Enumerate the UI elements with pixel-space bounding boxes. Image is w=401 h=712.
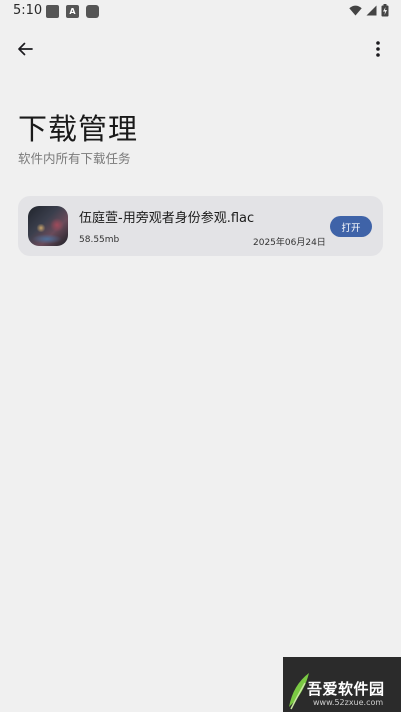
open-button[interactable]: 打开 xyxy=(330,216,372,237)
arrow-left-icon xyxy=(18,42,33,56)
wifi-icon xyxy=(349,5,362,16)
status-time: 5:10 xyxy=(13,3,43,18)
file-name: 伍庭萱-用旁观者身份参观.flac xyxy=(79,211,255,226)
status-right-icons xyxy=(349,4,389,17)
file-size: 58.55mb xyxy=(79,235,120,245)
more-vertical-icon xyxy=(376,41,380,57)
album-thumbnail xyxy=(28,206,68,246)
notification-a-icon: A xyxy=(66,5,79,18)
download-item[interactable]: 伍庭萱-用旁观者身份参观.flac 58.55mb 2025年06月24日 打开 xyxy=(18,196,383,256)
watermark: 吾爱软件园 www.52zxue.com xyxy=(283,657,401,712)
more-options-button[interactable] xyxy=(363,34,393,64)
page-subtitle: 软件内所有下载任务 xyxy=(18,151,131,166)
battery-charging-icon xyxy=(381,4,389,17)
signal-icon xyxy=(366,5,377,16)
notification-square-icon xyxy=(46,5,59,18)
status-bar: 5:10 A xyxy=(0,0,401,24)
notification-rounded-square-icon xyxy=(86,5,99,18)
watermark-url: www.52zxue.com xyxy=(313,698,384,707)
file-date: 2025年06月24日 xyxy=(253,238,326,248)
page-title: 下载管理 xyxy=(18,112,139,146)
watermark-text: 吾爱软件园 xyxy=(307,680,385,698)
back-button[interactable] xyxy=(10,34,40,64)
